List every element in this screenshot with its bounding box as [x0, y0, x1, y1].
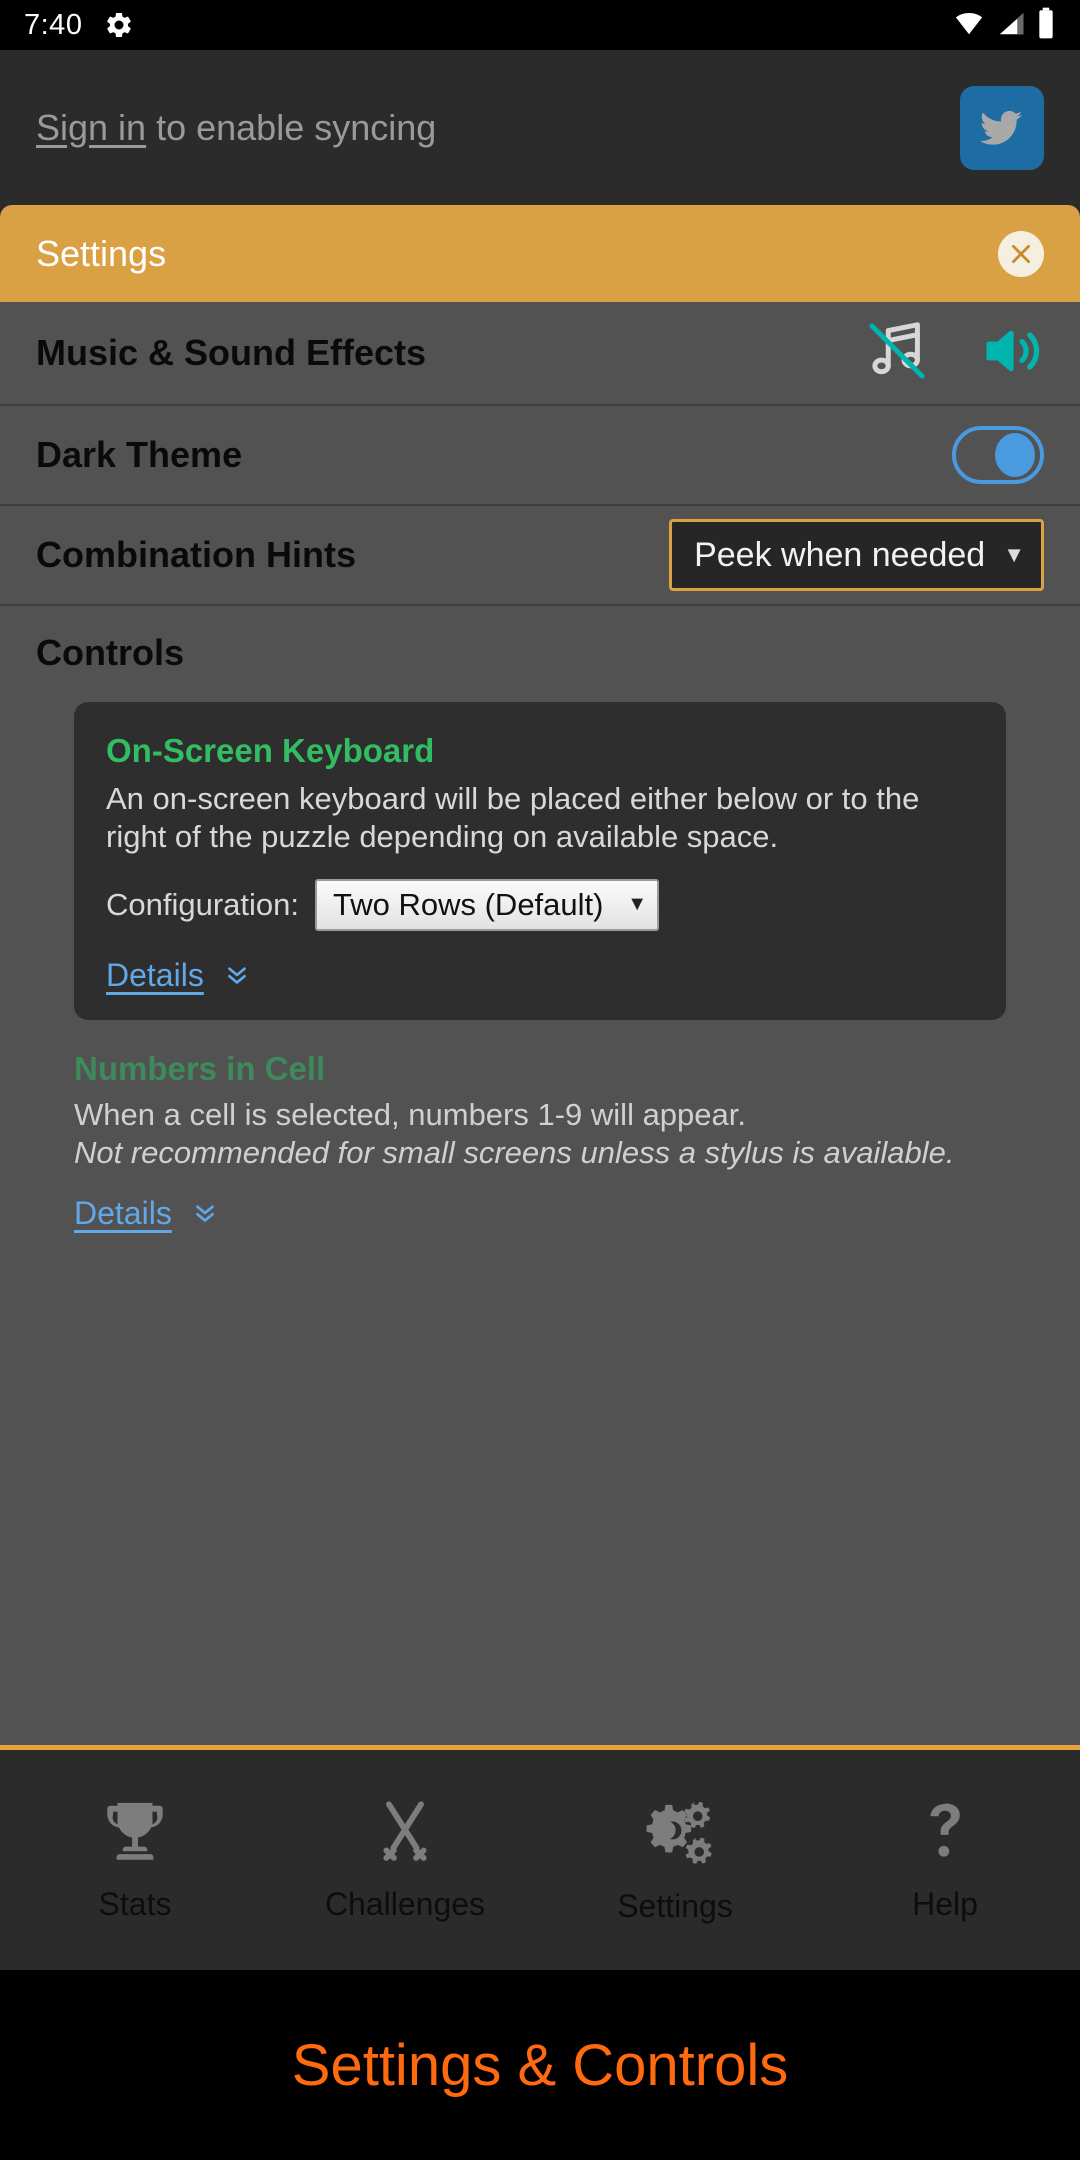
details-label: Details [106, 956, 204, 993]
combination-hints-value: Peek when needed [694, 535, 986, 574]
combination-hints-select-wrap: Peek when needed ▼ [669, 519, 1044, 591]
setting-label-music: Music & Sound Effects [36, 332, 427, 373]
twitter-icon[interactable] [960, 85, 1044, 170]
details-label: Details [74, 1194, 172, 1231]
control-card-numbers-in-cell[interactable]: Numbers in Cell When a cell is selected,… [0, 1020, 1080, 1232]
chevron-double-down-icon [190, 1198, 220, 1228]
trophy-icon [100, 1797, 170, 1872]
music-note-muted-icon[interactable] [862, 316, 932, 391]
chevron-down-icon: ▼ [627, 893, 648, 916]
dark-theme-toggle-wrap [952, 426, 1044, 484]
question-mark-icon [910, 1797, 980, 1872]
speaker-on-icon[interactable] [978, 318, 1044, 389]
signin-message: Sign in to enable syncing [36, 107, 436, 149]
control-card-on-screen-keyboard[interactable]: On-Screen Keyboard An on-screen keyboard… [74, 702, 1006, 1020]
nav-label-challenges: Challenges [324, 1886, 486, 1922]
battery-icon [1036, 7, 1056, 44]
settings-panel-header: Settings [0, 205, 1080, 302]
setting-row-music[interactable]: Music & Sound Effects [0, 302, 1080, 406]
settings-panel-body: Music & Sound Effects Dark Theme Combina… [0, 302, 1080, 1745]
caption-text: Settings & Controls [291, 2032, 789, 2098]
setting-label-combination-hints: Combination Hints [36, 534, 356, 575]
card-description-numbers-in-cell: When a cell is selected, numbers 1-9 wil… [74, 1096, 746, 1132]
close-icon[interactable] [998, 230, 1044, 277]
bottom-navigation: Stats Challenges Settings Help [0, 1750, 1080, 1970]
keyboard-configuration-row: Configuration: Two Rows (Default) ▼ [106, 878, 974, 931]
card-description-italic-numbers-in-cell: Not recommended for small screens unless… [74, 1135, 955, 1171]
controls-heading: Controls [36, 632, 184, 673]
signin-rest: to enable syncing [146, 106, 437, 148]
settings-panel: Settings Music & Sound Effects Dark Them… [0, 205, 1080, 1750]
nav-label-help: Help [912, 1886, 978, 1922]
cell-signal-icon [996, 8, 1026, 43]
nav-item-help[interactable]: Help [810, 1797, 1080, 1923]
caption-bar: Settings & Controls [0, 1970, 1080, 2160]
signin-link[interactable]: Sign in [36, 107, 146, 148]
details-link-numbers-in-cell[interactable]: Details [74, 1195, 1006, 1232]
status-bar: 7:40 [0, 0, 1080, 50]
app-screen: 7:40 Sign in to enable syncing Settings … [0, 0, 1080, 2160]
nav-item-stats[interactable]: Stats [0, 1797, 270, 1923]
keyboard-configuration-label: Configuration: [106, 886, 300, 922]
status-time: 7:40 [24, 8, 83, 41]
card-title-on-screen-keyboard: On-Screen Keyboard [106, 732, 435, 769]
keyboard-configuration-select[interactable]: Two Rows (Default) ▼ [315, 878, 660, 931]
nav-item-settings[interactable]: Settings [540, 1795, 810, 1925]
chevron-double-down-icon [222, 960, 252, 990]
status-indicators [952, 7, 1056, 44]
setting-row-dark-theme[interactable]: Dark Theme [0, 406, 1080, 506]
card-description-on-screen-keyboard: An on-screen keyboard will be placed eit… [106, 781, 920, 855]
nav-label-settings: Settings [617, 1888, 733, 1924]
toggle-knob [995, 433, 1035, 477]
chevron-down-icon: ▼ [1003, 542, 1025, 567]
crossed-swords-icon [370, 1797, 440, 1872]
signin-bar[interactable]: Sign in to enable syncing [0, 50, 1080, 205]
nav-label-stats: Stats [98, 1886, 172, 1922]
gears-icon [638, 1795, 712, 1874]
nav-item-challenges[interactable]: Challenges [270, 1797, 540, 1923]
wifi-icon [952, 8, 986, 43]
setting-label-dark-theme: Dark Theme [36, 434, 243, 475]
dark-theme-toggle[interactable] [952, 426, 1044, 484]
card-title-numbers-in-cell: Numbers in Cell [74, 1049, 326, 1087]
combination-hints-select[interactable]: Peek when needed ▼ [669, 519, 1044, 591]
gear-icon [104, 10, 134, 40]
setting-row-combination-hints[interactable]: Combination Hints Peek when needed ▼ [0, 506, 1080, 606]
keyboard-configuration-value: Two Rows (Default) [333, 886, 604, 922]
page-title: Settings [36, 232, 167, 274]
details-link-on-screen-keyboard[interactable]: Details [106, 957, 974, 994]
music-controls [862, 316, 1044, 391]
